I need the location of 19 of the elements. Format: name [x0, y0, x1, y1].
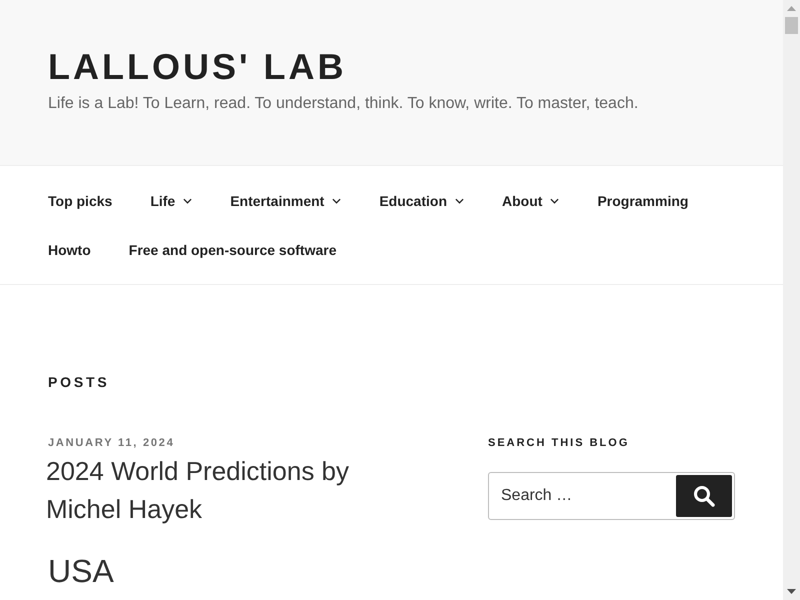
page-heading: POSTS: [48, 373, 110, 392]
post-title[interactable]: 2024 World Predictions by Michel Hayek: [46, 452, 391, 528]
section-heading: USA: [48, 552, 114, 591]
nav-link[interactable]: Howto: [48, 240, 91, 260]
nav-link[interactable]: Programming: [597, 191, 688, 211]
site-title[interactable]: LALLOUS' LAB: [48, 44, 347, 89]
down-arrow-icon[interactable]: [787, 589, 796, 594]
nav-link[interactable]: Life: [150, 191, 192, 211]
post-date[interactable]: JANUARY 11, 2024: [48, 435, 175, 451]
search-icon: [693, 485, 715, 507]
nav-link[interactable]: Top picks: [48, 191, 112, 211]
widget-title: SEARCH THIS BLOG: [488, 436, 630, 451]
scrollbar-thumb[interactable]: [785, 17, 798, 34]
nav-link[interactable]: Entertainment: [230, 191, 342, 211]
search-button[interactable]: [676, 475, 732, 517]
nav-link[interactable]: About: [502, 191, 560, 211]
site-tagline: Life is a Lab! To Learn, read. To understand, think. To know, write. To master, teach.: [48, 94, 638, 114]
nav-link[interactable]: Education: [379, 191, 464, 211]
nav-link[interactable]: Free and open-source software: [128, 240, 336, 260]
